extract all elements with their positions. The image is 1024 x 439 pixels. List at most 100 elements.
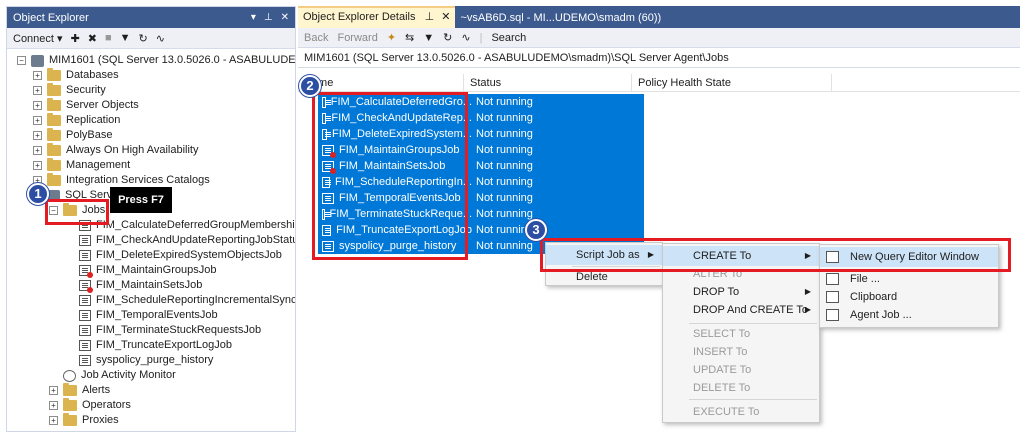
expand-icon[interactable]: +: [33, 86, 42, 95]
tree-item-job[interactable]: syspolicy_purge_history: [79, 353, 213, 368]
tab-label: ~vsAB6D.sql - MI...UDEMO\smadm (60)): [460, 12, 662, 24]
menu-item-label: UPDATE To: [693, 364, 752, 376]
pin-icon[interactable]: ⊥: [425, 11, 435, 23]
tree-item-management[interactable]: + Management: [33, 158, 130, 173]
filter-icon[interactable]: ▼: [423, 32, 434, 44]
tree-item-label: Replication: [66, 114, 121, 126]
tree-item-proxies[interactable]: + Proxies: [49, 413, 119, 428]
tree-item-label: syspolicy_purge_history: [96, 354, 214, 366]
tree-item-alerts[interactable]: + Alerts: [49, 383, 110, 398]
folder-icon: [47, 158, 61, 171]
menu-item-file[interactable]: File ...: [820, 269, 998, 289]
tree-item-job[interactable]: FIM_DeleteExpiredSystemObjectsJob: [79, 248, 282, 263]
folder-icon: [63, 413, 77, 426]
tree-item-databases[interactable]: + Databases: [33, 68, 119, 83]
tree-item-job[interactable]: FIM_ScheduleReportingIncrementalSynchroi: [79, 293, 295, 308]
forward-button[interactable]: Forward: [337, 32, 377, 44]
job-icon: [79, 325, 91, 336]
expand-icon[interactable]: +: [49, 416, 58, 425]
tree-item-job[interactable]: FIM_MaintainGroupsJob: [79, 263, 216, 278]
expand-icon[interactable]: +: [33, 101, 42, 110]
expand-icon[interactable]: +: [33, 161, 42, 170]
tab-object-explorer-details[interactable]: Object Explorer Details ⊥ ✕: [298, 6, 456, 28]
tree-item-polybase[interactable]: + PolyBase: [33, 128, 112, 143]
filter-icon[interactable]: ▼: [120, 32, 131, 44]
tree-item-security[interactable]: + Security: [33, 83, 106, 98]
expand-icon[interactable]: +: [33, 146, 42, 155]
dropdown-icon[interactable]: ▾: [251, 12, 256, 23]
job-icon: [79, 355, 91, 366]
tree-item-server[interactable]: − MIM1601 (SQL Server 13.0.5026.0 - ASAB…: [17, 53, 295, 68]
tree-item-job[interactable]: FIM_MaintainSetsJob: [79, 278, 202, 293]
connect-icon[interactable]: ✚: [71, 32, 80, 45]
menu-item-drop-and-create-to[interactable]: DROP And CREATE To ▶: [663, 300, 819, 320]
job-icon: [79, 235, 91, 246]
tree-item-label: PolyBase: [66, 129, 113, 141]
menu-item-agent-job[interactable]: Agent Job ...: [820, 305, 998, 325]
column-header-policy-health[interactable]: Policy Health State: [632, 74, 832, 91]
tree-item-job[interactable]: FIM_TruncateExportLogJob: [79, 338, 232, 353]
close-icon[interactable]: ✕: [281, 12, 289, 23]
search-button[interactable]: Search: [491, 32, 526, 44]
tree-item-job[interactable]: FIM_CheckAndUpdateReportingJobStatusJol: [79, 233, 295, 248]
stop-icon[interactable]: ■: [105, 32, 112, 44]
highlight-menu-path: [540, 238, 1011, 272]
callout-press-f7: Press F7: [110, 187, 172, 213]
tree-item-server-objects[interactable]: + Server Objects: [33, 98, 139, 113]
column-header-status[interactable]: Status: [464, 74, 632, 91]
job-icon: [79, 250, 91, 261]
tree-item-label: Proxies: [82, 414, 119, 426]
folder-icon: [47, 143, 61, 156]
tree-item-label: Server Objects: [66, 99, 139, 111]
close-icon[interactable]: ✕: [441, 11, 450, 23]
expand-icon[interactable]: +: [33, 131, 42, 140]
tree-item-label: FIM_MaintainSetsJob: [96, 279, 203, 291]
tree-item-operators[interactable]: + Operators: [49, 398, 131, 413]
folder-icon: [47, 68, 61, 81]
row-status: Not running: [472, 174, 644, 190]
job-failed-icon: [79, 265, 93, 278]
toolbar-separator: |: [479, 31, 483, 44]
row-status: Not running: [472, 94, 644, 110]
collapse-icon[interactable]: −: [17, 56, 26, 65]
menu-item-drop-to[interactable]: DROP To ▶: [663, 282, 819, 302]
object-explorer-title: Object Explorer: [13, 11, 89, 24]
tree-item-job-activity-monitor[interactable]: Job Activity Monitor: [63, 368, 176, 383]
step-badge-1: 1: [27, 183, 49, 205]
tree-item-label: Security: [66, 84, 106, 96]
tree-item-job[interactable]: FIM_TerminateStuckRequestsJob: [79, 323, 261, 338]
expand-icon[interactable]: +: [49, 386, 58, 395]
pin-icon[interactable]: ⊥: [264, 12, 273, 23]
refresh-icon[interactable]: ↻: [139, 32, 148, 45]
folder-icon: [47, 128, 61, 141]
activity-icon[interactable]: ∿: [461, 31, 470, 44]
expand-icon[interactable]: +: [49, 401, 58, 410]
activity-icon[interactable]: ∿: [156, 32, 165, 45]
tree-item-label: FIM_CalculateDeferredGroupMembershipTra: [96, 219, 296, 231]
refresh-icon[interactable]: ↻: [443, 31, 452, 44]
tree-item-job[interactable]: FIM_TemporalEventsJob: [79, 308, 218, 323]
tree-item-job[interactable]: FIM_CalculateDeferredGroupMembershipTra: [79, 218, 296, 233]
menu-item-clipboard[interactable]: Clipboard: [820, 287, 998, 307]
connect-button[interactable]: Connect ▾: [13, 32, 63, 45]
folder-icon: [63, 398, 77, 411]
column-header-name[interactable]: Name: [298, 74, 464, 91]
tree-item-replication[interactable]: + Replication: [33, 113, 120, 128]
agent-job-icon: [826, 309, 839, 321]
disconnect-icon[interactable]: ✖: [88, 32, 97, 45]
menu-item-label: INSERT To: [693, 346, 748, 358]
tab-query-editor[interactable]: ~vsAB6D.sql - MI...UDEMO\smadm (60)): [455, 8, 666, 28]
tree-item-integration-services[interactable]: + Integration Services Catalogs: [33, 173, 210, 188]
menu-item-label: SELECT To: [693, 328, 751, 340]
tree-item-always-on[interactable]: + Always On High Availability: [33, 143, 198, 158]
expand-icon[interactable]: +: [33, 116, 42, 125]
breadcrumb-path: MIM1601 (SQL Server 13.0.5026.0 - ASABUL…: [304, 51, 729, 64]
menu-item-label: Delete: [576, 271, 608, 283]
sync-icon[interactable]: ✦: [387, 31, 396, 44]
expand-icon[interactable]: +: [33, 71, 42, 80]
row-status: Not running: [472, 158, 644, 174]
job-icon: [79, 310, 91, 321]
back-button[interactable]: Back: [304, 32, 328, 44]
row-status: Not running: [472, 206, 644, 222]
shuffle-icon[interactable]: ⇆: [405, 31, 414, 44]
